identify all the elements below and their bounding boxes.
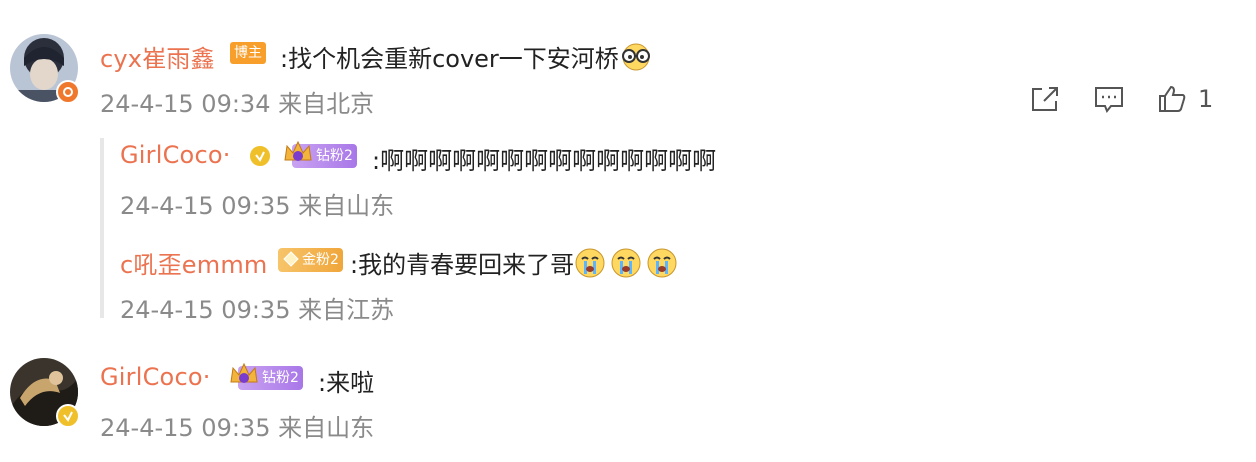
fan-badge-label: 金粉2 <box>302 252 339 268</box>
timestamp: 24-4-15 09:35 <box>120 192 291 220</box>
crying-face-emoji-icon <box>574 247 679 285</box>
reply-meta: 24-4-15 09:35 来自山东 <box>120 186 394 221</box>
share-icon[interactable] <box>1030 85 1060 113</box>
reply-username[interactable]: GirlCoco· <box>120 141 231 169</box>
timestamp: 24-4-15 09:35 <box>100 414 271 442</box>
author-badge: 博主 <box>230 42 266 64</box>
glasses-face-emoji-icon <box>619 42 653 78</box>
verified-badge-icon <box>56 80 80 104</box>
reply-username[interactable]: c吼歪emmm <box>120 245 268 280</box>
diamond-fan-badge: 钻粉2 <box>230 362 303 390</box>
like-button[interactable] <box>1157 84 1187 114</box>
reply-meta: 24-4-15 09:35 来自江苏 <box>120 290 394 325</box>
comment-text-content: :找个机会重新cover一下安河桥 <box>280 45 619 73</box>
username[interactable]: cyx崔雨鑫 <box>100 39 215 74</box>
comment: GirlCoco· 钻粉2 :来啦 24-4-15 09:35 来自山东 <box>0 340 1256 462</box>
location: 来自山东 <box>298 192 395 220</box>
location: 来自山东 <box>278 414 375 442</box>
comment-icon[interactable] <box>1093 85 1125 113</box>
verified-yellow-icon <box>56 404 80 428</box>
diamond-fan-badge: 钻粉2 <box>284 140 357 168</box>
gold-fan-badge: 金粉2 <box>278 248 343 272</box>
verified-yellow-icon <box>248 144 272 168</box>
reply-text-content: :我的青春要回来了哥 <box>350 251 575 279</box>
comment-meta: 24-4-15 09:34 来自北京 <box>100 84 374 119</box>
crown-icon <box>282 138 314 176</box>
comment-text: :找个机会重新cover一下安河桥 <box>280 39 653 78</box>
thumbs-up-icon <box>1159 85 1186 112</box>
comment-text: :来啦 <box>318 369 375 397</box>
timestamp: 24-4-15 09:34 <box>100 90 271 118</box>
crown-icon <box>282 250 300 276</box>
fan-badge-label: 钻粉2 <box>316 148 353 164</box>
comment-meta: 24-4-15 09:35 来自山东 <box>100 408 374 443</box>
location: 来自江苏 <box>298 296 395 324</box>
username[interactable]: GirlCoco· <box>100 363 211 391</box>
timestamp: 24-4-15 09:35 <box>120 296 291 324</box>
reply-divider <box>100 138 104 318</box>
reply-text: :啊啊啊啊啊啊啊啊啊啊啊啊啊啊 <box>372 147 717 175</box>
crown-icon <box>228 360 260 398</box>
location: 来自北京 <box>278 90 375 118</box>
like-count: 1 <box>1198 85 1214 113</box>
fan-badge-label: 钻粉2 <box>262 370 299 386</box>
comment: cyx崔雨鑫 博主 :找个机会重新cover一下安河桥 24-4-15 09:3… <box>0 0 1256 330</box>
reply-text: :我的青春要回来了哥 <box>350 245 679 285</box>
